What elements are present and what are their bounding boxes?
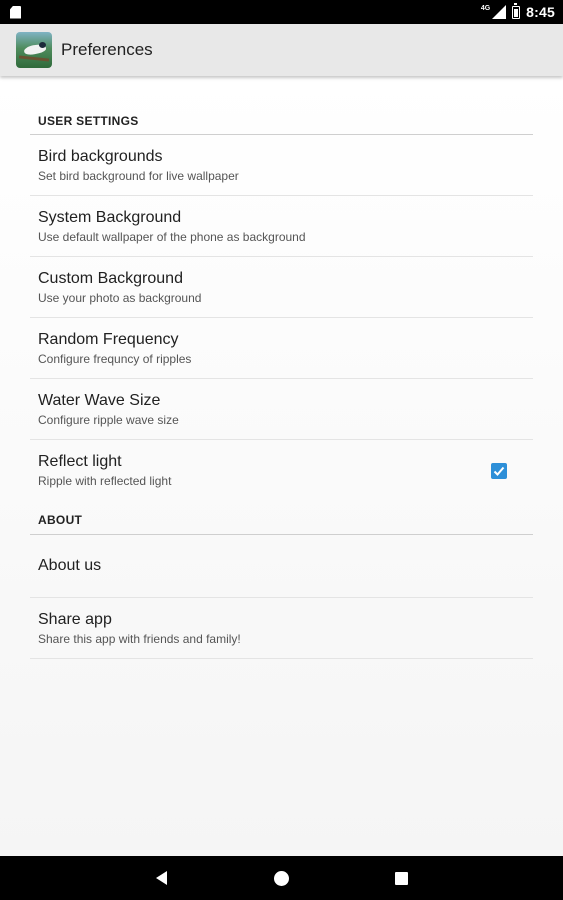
pref-title: Random Frequency: [38, 330, 179, 348]
back-button[interactable]: [102, 856, 222, 900]
app-bar: Preferences: [0, 24, 563, 76]
pref-summary: Set bird background for live wallpaper: [38, 168, 239, 183]
section-header-user-settings: USER SETTINGS: [30, 76, 533, 135]
pref-text: Water Wave Size Configure ripple wave si…: [38, 391, 179, 428]
pref-title: Reflect light: [38, 453, 122, 470]
pref-title: Share app: [38, 610, 112, 628]
sd-card-icon: [10, 5, 21, 19]
clock: 8:45: [526, 4, 555, 20]
status-right: 4G 8:45: [480, 2, 555, 20]
back-icon: [156, 871, 167, 885]
pref-random-frequency[interactable]: Random Frequency Configure frequncy of r…: [30, 318, 533, 379]
pref-text: Custom Background Use your photo as back…: [38, 269, 201, 306]
signal-icon: [492, 5, 507, 19]
pref-summary: Configure ripple wave size: [38, 412, 179, 427]
pref-summary: Configure frequncy of ripples: [38, 351, 192, 366]
pref-title: Water Wave Size: [38, 391, 161, 409]
pref-water-wave-size[interactable]: Water Wave Size Configure ripple wave si…: [30, 379, 533, 440]
app-bird-icon: [16, 32, 52, 68]
pref-title: System Background: [38, 208, 182, 226]
pref-about-us[interactable]: About us: [30, 535, 533, 598]
pref-text: Share app Share this app with friends an…: [38, 610, 241, 647]
recents-button[interactable]: [342, 856, 462, 900]
pref-text: System Background Use default wallpaper …: [38, 208, 306, 245]
section-header-about: ABOUT: [30, 501, 533, 535]
pref-summary: Use your photo as background: [38, 290, 202, 305]
pref-title: About us: [38, 557, 102, 574]
home-button[interactable]: [222, 856, 342, 900]
pref-custom-background[interactable]: Custom Background Use your photo as back…: [30, 257, 533, 318]
pref-summary: Ripple with reflected light: [38, 474, 172, 488]
pref-title: Bird backgrounds: [38, 147, 163, 165]
recents-icon: [395, 871, 408, 885]
pref-reflect-light[interactable]: Reflect light Ripple with reflected ligh…: [30, 440, 533, 501]
checkmark-icon: [493, 466, 505, 476]
navigation-bar: [0, 856, 563, 900]
battery-icon: [512, 2, 521, 19]
pref-summary: Use default wallpaper of the phone as ba…: [38, 229, 306, 244]
page-title: Preferences: [61, 40, 153, 59]
reflect-light-checkbox[interactable]: [491, 462, 507, 479]
pref-system-background[interactable]: System Background Use default wallpaper …: [30, 196, 533, 257]
pref-summary: Share this app with friends and family!: [38, 631, 241, 646]
pref-text: About us: [38, 556, 101, 576]
status-left: [10, 5, 21, 19]
pref-bird-backgrounds[interactable]: Bird backgrounds Set bird background for…: [30, 135, 533, 196]
status-bar: 4G 8:45: [0, 0, 563, 24]
pref-title: Custom Background: [38, 269, 183, 287]
pref-text: Random Frequency Configure frequncy of r…: [38, 330, 191, 367]
home-icon: [274, 870, 289, 886]
network-type: 4G: [480, 4, 491, 12]
preferences-list: USER SETTINGS Bird backgrounds Set bird …: [0, 76, 563, 856]
pref-share-app[interactable]: Share app Share this app with friends an…: [30, 598, 533, 659]
pref-text: Reflect light Ripple with reflected ligh…: [38, 452, 171, 489]
pref-text: Bird backgrounds Set bird background for…: [38, 147, 239, 184]
